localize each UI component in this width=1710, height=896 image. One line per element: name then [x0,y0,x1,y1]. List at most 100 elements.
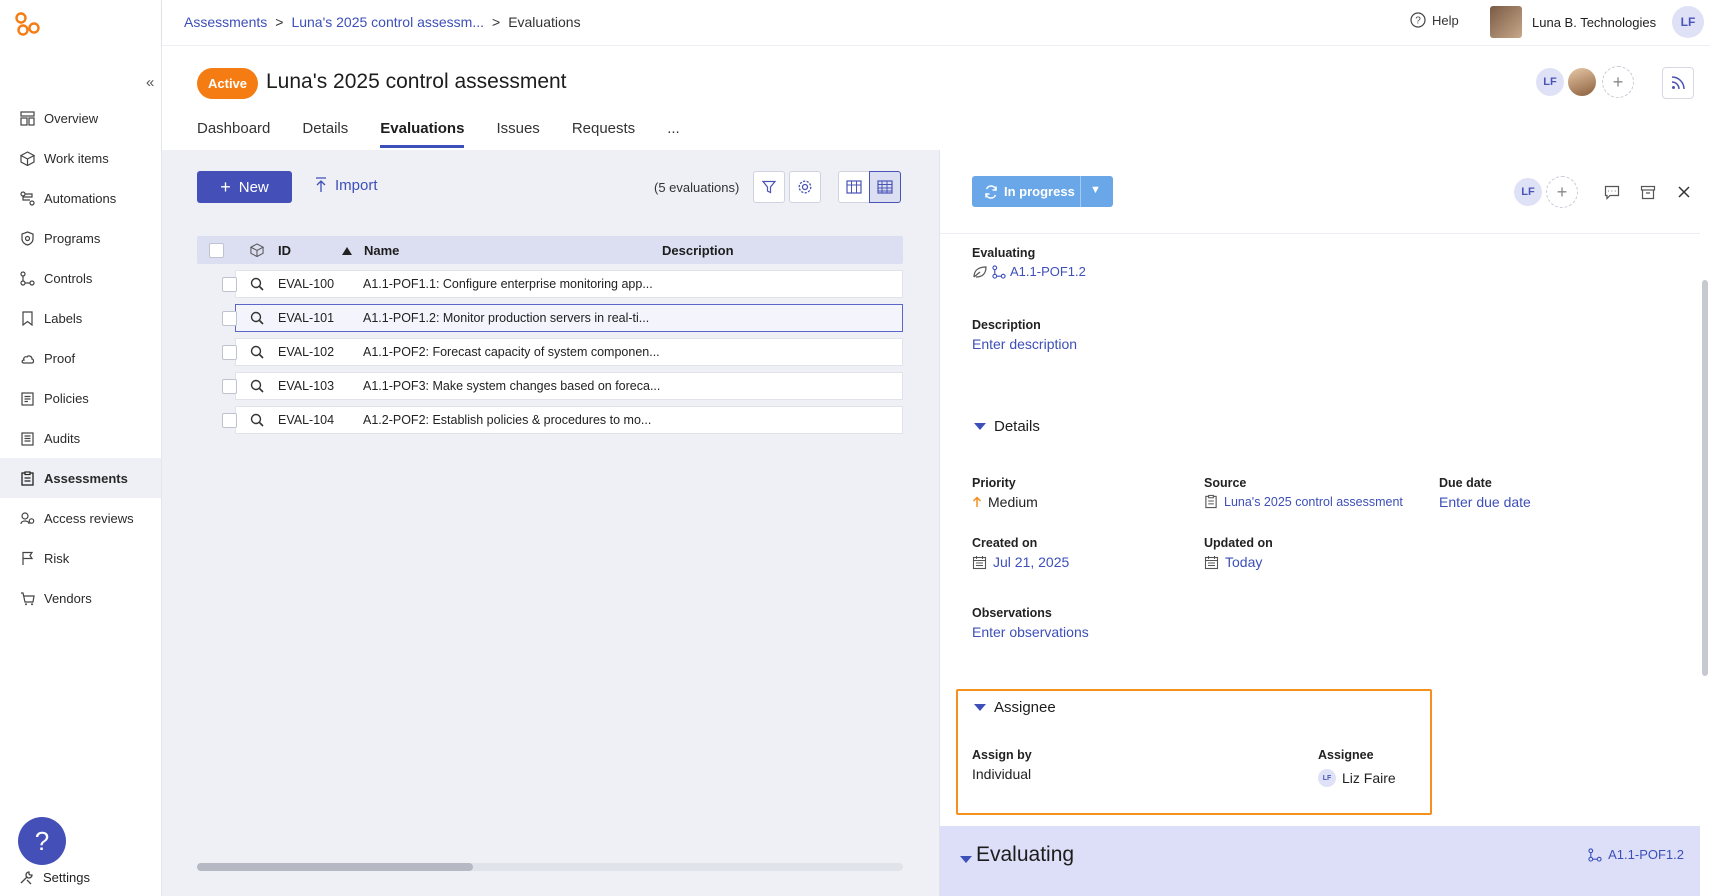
table-view-icon [877,180,893,194]
sidebar-item-access-reviews[interactable]: Access reviews [0,498,161,538]
assign-by-select[interactable]: Individual [972,766,1032,782]
sidebar-item-programs[interactable]: Programs [0,218,161,258]
breadcrumb-assessment[interactable]: Luna's 2025 control assessm... [291,14,484,30]
triangle-down-icon [960,856,972,863]
tab-requests[interactable]: Requests [572,120,635,148]
chevron-down-icon[interactable]: ▼ [1090,184,1101,196]
sidebar-item-proof[interactable]: Proof [0,338,161,378]
tab-more[interactable]: ... [667,120,680,148]
feed-button[interactable] [1662,67,1694,99]
updated-on-date[interactable]: Today [1204,554,1273,570]
add-collaborator-button[interactable]: + [1546,176,1578,208]
sidebar-item-work-items[interactable]: Work items [0,138,161,178]
assignee-select[interactable]: LF Liz Faire [1318,769,1396,787]
assignee-section-toggle[interactable]: Assignee [974,699,1056,716]
table-settings-button[interactable] [789,171,821,203]
org-switcher[interactable]: Luna B. Technologies [1490,6,1656,38]
sidebar-item-policies[interactable]: Policies [0,378,161,418]
sidebar-item-labels[interactable]: Labels [0,298,161,338]
evaluating-section-link[interactable]: A1.1-POF1.2 [1588,847,1684,862]
evaluation-count: (5 evaluations) [654,180,740,195]
close-icon[interactable] [1672,180,1696,204]
avatar[interactable] [1566,66,1598,98]
row-checkbox[interactable] [221,310,237,326]
priority-value: Medium [988,494,1038,510]
status-badge[interactable]: Active [197,68,259,99]
description-input[interactable]: Enter description [972,336,1077,352]
source-link[interactable]: Luna's 2025 control assessment [1204,494,1403,509]
sidebar-item-automations[interactable]: Automations [0,178,161,218]
status-dropdown[interactable]: In progress ▼ [972,176,1113,207]
priority-field: Priority Medium [972,476,1038,510]
table-row[interactable]: EVAL-101 A1.1-POF1.2: Monitor production… [221,304,903,332]
priority-selector[interactable]: Medium [972,494,1038,510]
calendar-icon [972,555,987,569]
avatar[interactable]: LF [1512,176,1544,208]
filter-button[interactable] [753,171,785,203]
evaluating-section-header[interactable]: Evaluating A1.1-POF1.2 [940,826,1700,896]
description-column-header[interactable]: Description [662,243,734,258]
row-checkbox[interactable] [221,276,237,292]
help-link[interactable]: ? Help [1410,12,1459,28]
breadcrumb-assessments[interactable]: Assessments [184,14,267,30]
evaluating-link[interactable]: A1.1-POF1.2 [972,264,1086,279]
name-column-header[interactable]: Name [364,243,662,258]
controls-icon [19,270,36,287]
sidebar-item-settings[interactable]: Settings [19,870,90,885]
archive-icon[interactable] [1636,180,1660,204]
assignee-section-label: Assignee [994,699,1056,716]
evaluating-field: Evaluating A1.1-POF1.2 [972,246,1086,279]
sort-ascending-icon[interactable] [342,243,364,258]
id-column-header[interactable]: ID [278,243,342,258]
type-column-header [235,243,278,257]
horizontal-scrollbar[interactable] [197,863,903,871]
tab-dashboard[interactable]: Dashboard [197,120,270,148]
user-avatar[interactable]: LF [1672,6,1704,38]
comment-icon[interactable] [1600,180,1624,204]
scrollbar-thumb[interactable] [197,863,473,871]
observations-label: Observations [972,606,1052,620]
tab-evaluations[interactable]: Evaluations [380,120,465,148]
due-date-input[interactable]: Enter due date [1439,494,1531,510]
org-avatar [1490,6,1522,38]
help-fab-label: ? [34,825,50,856]
vendors-icon [19,590,36,607]
avatar[interactable]: LF [1534,66,1566,98]
sidebar-item-assessments[interactable]: Assessments [0,458,161,498]
tab-issues[interactable]: Issues [496,120,539,148]
select-all-checkbox[interactable] [208,242,224,258]
table-row[interactable]: EVAL-104 A1.2-POF2: Establish policies &… [221,406,903,434]
details-section-toggle[interactable]: Details [974,418,1040,435]
plus-icon: + [220,177,231,197]
help-button[interactable]: ? [18,817,66,865]
new-button[interactable]: + New [197,171,292,203]
table-view-button[interactable] [869,171,901,203]
row-name: A1.1-POF2: Forecast capacity of system c… [363,345,660,359]
proof-icon [19,350,36,367]
card-view-button[interactable] [838,171,870,203]
vertical-scrollbar[interactable] [1702,280,1708,676]
tab-details[interactable]: Details [302,120,348,148]
sidebar-item-overview[interactable]: Overview [0,98,161,138]
table-row[interactable]: EVAL-100 A1.1-POF1.1: Configure enterpri… [221,270,903,298]
row-checkbox[interactable] [221,412,237,428]
refresh-icon [985,184,997,199]
table-row[interactable]: EVAL-103 A1.1-POF3: Make system changes … [221,372,903,400]
add-collaborator-button[interactable]: + [1602,66,1634,98]
import-button[interactable]: Import [315,177,378,194]
sidebar-item-audits[interactable]: Audits [0,418,161,458]
collapse-sidebar-icon[interactable]: « [146,74,154,91]
sidebar-item-controls[interactable]: Controls [0,258,161,298]
row-checkbox[interactable] [221,344,237,360]
assign-by-label: Assign by [972,748,1032,762]
updated-on-label: Updated on [1204,536,1273,550]
row-checkbox[interactable] [221,378,237,394]
sidebar-item-vendors[interactable]: Vendors [0,578,161,618]
page-title: Luna's 2025 control assessment [266,70,567,93]
observations-input[interactable]: Enter observations [972,624,1089,640]
table-row[interactable]: EVAL-102 A1.1-POF2: Forecast capacity of… [221,338,903,366]
app-logo[interactable] [14,12,42,38]
upload-icon [316,177,326,192]
sidebar-item-risk[interactable]: Risk [0,538,161,578]
created-on-date[interactable]: Jul 21, 2025 [972,554,1069,570]
